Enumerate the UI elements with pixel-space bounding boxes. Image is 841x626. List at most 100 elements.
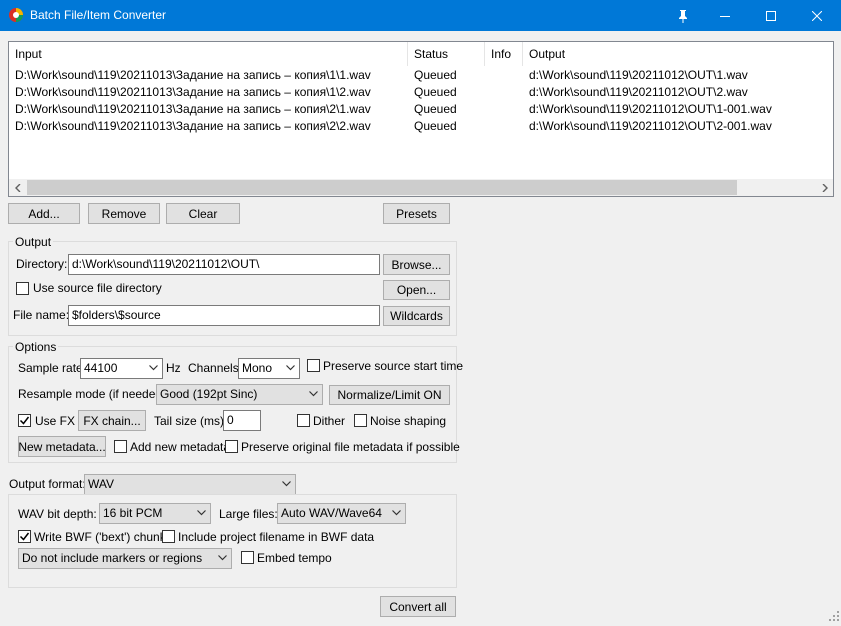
filename-label: File name: [13,308,70,322]
channels-value: Mono [242,361,273,375]
row-output: d:\Work\sound\119\20211012\OUT\1.wav [529,68,748,82]
convert-all-button[interactable]: Convert all [380,596,456,617]
sample-rate-label: Sample rate: [18,361,87,375]
channels-label: Channels: [188,361,243,375]
bit-depth-combo[interactable]: 16 bit PCM [99,503,211,524]
column-status[interactable]: Status [408,42,485,66]
normalize-limit-button[interactable]: Normalize/Limit ON [329,385,450,405]
chevron-down-icon [197,510,206,516]
column-output[interactable]: Output [523,42,833,66]
noise-shaping-label: Noise shaping [370,414,447,428]
row-output: d:\Work\sound\119\20211012\OUT\2-001.wav [529,119,772,133]
checkmark-icon [19,532,30,541]
window-title: Batch File/Item Converter [30,8,167,22]
new-metadata-button[interactable]: New metadata... [18,436,106,457]
chevron-down-icon [282,481,291,487]
browse-button[interactable]: Browse... [383,254,450,275]
resample-mode-combo[interactable]: Good (192pt Sinc) [156,384,323,405]
markers-combo[interactable]: Do not include markers or regions [18,548,232,569]
presets-button[interactable]: Presets [383,203,450,224]
output-group-label: Output [13,235,54,249]
resample-mode-label: Resample mode (if needed): [18,387,170,401]
write-bwf-label: Write BWF ('bext') chunk [34,530,166,544]
horizontal-scrollbar[interactable] [9,179,833,196]
write-bwf-checkbox[interactable] [18,530,31,543]
bit-depth-value: 16 bit PCM [103,506,163,520]
large-files-label: Large files: [219,507,278,521]
row-input: D:\Work\sound\119\20211013\Задание на за… [15,85,371,99]
tail-size-label: Tail size (ms): [154,414,228,428]
add-new-metadata-label: Add new metadata [130,440,231,454]
large-files-value: Auto WAV/Wave64 [281,506,382,520]
output-format-combo[interactable]: WAV [84,474,296,495]
embed-tempo-checkbox[interactable] [241,551,254,564]
row-input: D:\Work\sound\119\20211013\Задание на за… [15,102,371,116]
include-project-filename-checkbox[interactable] [162,530,175,543]
markers-value: Do not include markers or regions [22,551,203,565]
preserve-start-time-label: Preserve source start time [323,359,464,373]
directory-label: Directory: [16,257,68,271]
clear-button[interactable]: Clear [166,203,240,224]
table-row[interactable]: D:\Work\sound\119\20211013\Задание на за… [9,118,833,135]
large-files-combo[interactable]: Auto WAV/Wave64 [277,503,406,524]
list-header: Input Status Info Output [9,42,833,66]
app-icon [8,7,24,23]
fx-chain-button[interactable]: FX chain... [78,410,146,431]
resample-mode-value: Good (192pt Sinc) [160,387,258,401]
channels-combo[interactable]: Mono [238,358,300,379]
directory-input[interactable]: d:\Work\sound\119\20211012\OUT\ [68,254,380,275]
output-format-label: Output format: [9,477,86,491]
use-source-directory-label: Use source file directory [33,281,162,295]
chevron-down-icon [149,365,158,371]
row-status: Queued [414,68,457,82]
file-list[interactable]: Input Status Info Output D:\Work\sound\1… [8,41,834,197]
options-group-label: Options [13,340,59,354]
row-input: D:\Work\sound\119\20211013\Задание на за… [15,119,371,133]
open-button[interactable]: Open... [383,280,450,300]
resize-grip-icon[interactable] [829,610,839,624]
scroll-right-icon[interactable] [816,179,833,196]
tail-size-input[interactable]: 0 [223,410,261,431]
column-info[interactable]: Info [485,42,523,66]
chevron-down-icon [392,510,401,516]
row-status: Queued [414,102,457,116]
add-new-metadata-checkbox[interactable] [114,440,127,453]
pin-icon[interactable] [660,0,706,31]
title-bar: Batch File/Item Converter [0,0,841,31]
row-status: Queued [414,85,457,99]
table-row[interactable]: D:\Work\sound\119\20211013\Задание на за… [9,84,833,101]
hz-label: Hz [166,361,181,375]
preserve-metadata-checkbox[interactable] [225,440,238,453]
dither-checkbox[interactable] [297,414,310,427]
row-output: d:\Work\sound\119\20211012\OUT\1-001.wav [529,102,772,116]
add-button[interactable]: Add... [8,203,80,224]
minimize-icon[interactable] [702,0,748,31]
scroll-left-icon[interactable] [9,179,26,196]
table-row[interactable]: D:\Work\sound\119\20211013\Задание на за… [9,67,833,84]
close-icon[interactable] [794,0,840,31]
include-project-filename-label: Include project filename in BWF data [178,530,375,544]
row-input: D:\Work\sound\119\20211013\Задание на за… [15,68,371,82]
output-format-value: WAV [88,477,114,491]
noise-shaping-checkbox[interactable] [354,414,367,427]
sample-rate-combo[interactable]: 44100 [80,358,163,379]
dither-label: Dither [313,414,346,428]
remove-button[interactable]: Remove [88,203,160,224]
wildcards-button[interactable]: Wildcards [383,306,450,326]
table-row[interactable]: D:\Work\sound\119\20211013\Задание на за… [9,101,833,118]
maximize-icon[interactable] [748,0,794,31]
row-output: d:\Work\sound\119\20211012\OUT\2.wav [529,85,748,99]
preserve-start-time-checkbox[interactable] [307,359,320,372]
embed-tempo-label: Embed tempo [257,551,332,565]
checkmark-icon [19,416,30,425]
use-fx-checkbox[interactable] [18,414,31,427]
use-fx-label: Use FX [35,414,76,428]
row-status: Queued [414,119,457,133]
chevron-down-icon [286,365,295,371]
filename-input[interactable]: $folders\$source [68,305,380,326]
chevron-down-icon [218,555,227,561]
scrollbar-thumb[interactable] [27,180,737,195]
use-source-directory-checkbox[interactable] [16,282,29,295]
column-input[interactable]: Input [9,42,408,66]
sample-rate-value: 44100 [84,361,118,375]
